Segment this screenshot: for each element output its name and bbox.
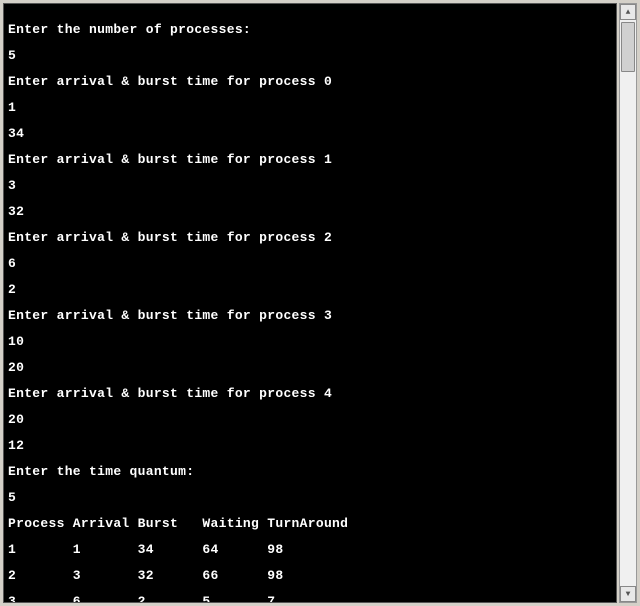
table-header: Process Arrival Burst Waiting TurnAround [8,517,612,530]
table-row: 2 3 32 66 98 [8,569,612,582]
vertical-scrollbar[interactable]: ▲ ▼ [619,3,637,603]
terminal-content: Enter the number of processes: 5 Enter a… [4,4,616,603]
prompt-quantum: Enter the time quantum: [8,465,612,478]
input-quantum: 5 [8,491,612,504]
input-p2-burst: 2 [8,283,612,296]
input-p1-arrival: 3 [8,179,612,192]
input-p3-burst: 20 [8,361,612,374]
prompt-p2: Enter arrival & burst time for process 2 [8,231,612,244]
scroll-down-button[interactable]: ▼ [620,586,636,602]
scroll-up-button[interactable]: ▲ [620,4,636,20]
input-p0-burst: 34 [8,127,612,140]
prompt-p0: Enter arrival & burst time for process 0 [8,75,612,88]
input-p4-arrival: 20 [8,413,612,426]
input-p4-burst: 12 [8,439,612,452]
table-row: 1 1 34 64 98 [8,543,612,556]
prompt-num-processes: Enter the number of processes: [8,23,612,36]
input-p3-arrival: 10 [8,335,612,348]
terminal-window: Enter the number of processes: 5 Enter a… [3,3,617,603]
input-p1-burst: 32 [8,205,612,218]
scroll-thumb[interactable] [621,22,635,72]
input-p2-arrival: 6 [8,257,612,270]
prompt-p4: Enter arrival & burst time for process 4 [8,387,612,400]
prompt-p1: Enter arrival & burst time for process 1 [8,153,612,166]
input-num-processes: 5 [8,49,612,62]
prompt-p3: Enter arrival & burst time for process 3 [8,309,612,322]
table-row: 3 6 2 5 7 [8,595,612,603]
input-p0-arrival: 1 [8,101,612,114]
